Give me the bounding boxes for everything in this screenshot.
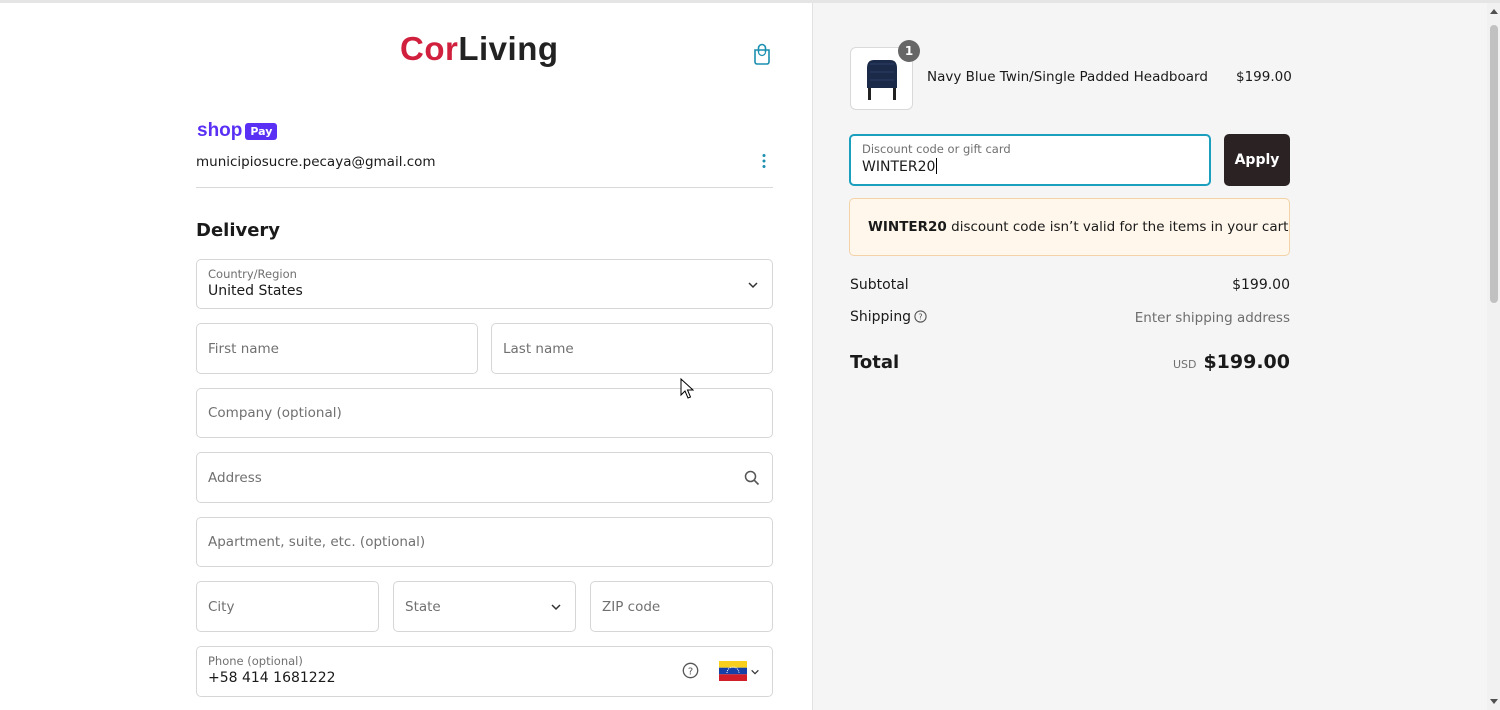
divider (196, 187, 773, 188)
delivery-heading: Delivery (196, 220, 281, 241)
scroll-thumb[interactable] (1490, 25, 1498, 303)
country-value: United States (208, 283, 303, 299)
scrollbar[interactable] (1487, 3, 1500, 710)
product-price: $199.00 (1236, 69, 1292, 85)
subtotal-value: $199.00 (1232, 277, 1290, 293)
alert-code: WINTER20 (868, 219, 947, 235)
svg-text:?: ? (918, 313, 922, 322)
svg-text:?: ? (688, 666, 693, 677)
shop-pay-logo: shop Pay (197, 120, 278, 142)
last-name-field[interactable]: Last name (491, 323, 773, 374)
discount-value-text: WINTER20 (862, 159, 936, 175)
quantity-badge: 1 (898, 40, 920, 62)
chevron-down-icon (748, 282, 758, 289)
shipping-row-label: Shipping? (850, 309, 927, 325)
headboard-image (867, 60, 897, 100)
zip-placeholder: ZIP code (602, 598, 661, 615)
alert-message: discount code isn’t valid for the items … (946, 219, 1289, 235)
venezuela-flag-icon[interactable] (719, 661, 747, 681)
discount-code-input[interactable]: Discount code or gift card WINTER20 (849, 134, 1211, 186)
search-icon (744, 470, 760, 486)
discount-value: WINTER20 (862, 158, 938, 175)
chevron-down-icon (751, 669, 759, 675)
state-placeholder: State (405, 598, 441, 615)
total-value: $199.00 (1203, 351, 1290, 373)
total-value-group: USD $199.00 (1173, 351, 1290, 373)
company-placeholder: Company (optional) (208, 405, 342, 421)
apartment-field[interactable]: Apartment, suite, etc. (optional) (196, 517, 773, 567)
zip-code-field[interactable]: ZIP code (590, 581, 773, 632)
order-summary-panel (812, 3, 1487, 710)
logo-part-living: Living (458, 30, 559, 67)
alert-text: WINTER20 discount code isn’t valid for t… (868, 219, 1288, 235)
chevron-down-icon (551, 604, 561, 611)
logo-part-cor: Cor (400, 30, 459, 67)
discount-error-alert: WINTER20 discount code isn’t valid for t… (849, 198, 1290, 256)
city-field[interactable]: City (196, 581, 379, 632)
state-select[interactable]: State (393, 581, 576, 632)
account-email: municipiosucre.pecaya@gmail.com (196, 154, 436, 170)
first-name-placeholder: First name (208, 340, 279, 357)
text-caret (936, 158, 938, 174)
shipping-help-icon[interactable]: ? (914, 310, 927, 323)
total-label: Total (850, 352, 900, 373)
country-select[interactable]: Country/Region United States (196, 259, 773, 309)
country-label: Country/Region (208, 267, 297, 281)
scroll-down-icon[interactable] (1490, 699, 1498, 704)
last-name-placeholder: Last name (503, 340, 574, 357)
address-placeholder: Address (208, 469, 262, 486)
subtotal-label: Subtotal (850, 277, 909, 293)
help-icon[interactable]: ? (682, 662, 699, 679)
phone-field[interactable]: Phone (optional) +58 414 1681222 ? (196, 646, 773, 697)
phone-value: +58 414 1681222 (208, 670, 336, 686)
scroll-up-icon[interactable] (1490, 9, 1498, 14)
mouse-cursor-icon (680, 378, 694, 399)
first-name-field[interactable]: First name (196, 323, 478, 374)
shopping-bag-icon[interactable] (752, 43, 772, 65)
total-currency: USD (1172, 358, 1197, 371)
shipping-value: Enter shipping address (1134, 310, 1290, 326)
phone-label: Phone (optional) (208, 654, 303, 668)
more-options-icon[interactable] (760, 153, 768, 169)
discount-label: Discount code or gift card (862, 142, 1011, 156)
shop-pay-badge: Pay (245, 122, 278, 140)
brand-logo[interactable]: CorLiving (400, 30, 559, 68)
product-name: Navy Blue Twin/Single Padded Headboard (927, 69, 1208, 85)
address-field[interactable]: Address (196, 452, 773, 503)
apply-button[interactable]: Apply (1224, 134, 1290, 186)
shop-pay-shop-text: shop (197, 120, 243, 141)
apartment-placeholder: Apartment, suite, etc. (optional) (208, 534, 426, 550)
shipping-label: Shipping (850, 309, 912, 325)
city-placeholder: City (208, 598, 235, 615)
